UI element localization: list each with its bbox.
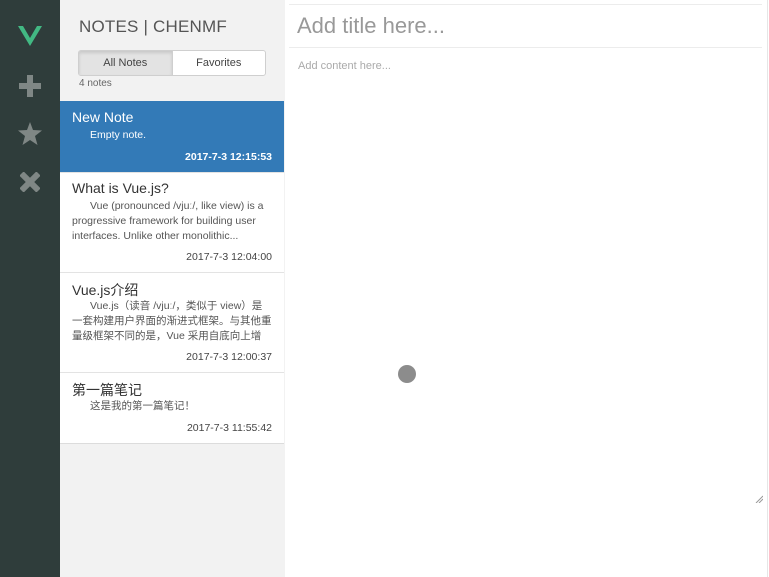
note-timestamp: 2017-7-3 12:04:00 [186,251,272,263]
note-item[interactable]: 第一篇笔记 这是我的第一篇笔记！ 2017-7-3 11:55:42 [60,373,284,444]
divider [767,0,768,577]
note-title: New Note [72,109,134,125]
note-content-input[interactable] [289,52,762,502]
note-preview: Empty note. [90,129,147,141]
note-item[interactable]: What is Vue.js? Vue (pronounced /vjuː/, … [60,173,284,273]
pointer-cursor [398,365,416,383]
all-notes-button[interactable]: All Notes [79,51,173,75]
note-timestamp: 2017-7-3 11:55:42 [186,422,272,434]
note-preview: 这是我的第一篇笔记！ [90,400,195,412]
plus-icon [19,75,41,97]
note-item[interactable]: New Note Empty note. 2017-7-3 12:15:53 [60,101,284,173]
add-note-button[interactable] [0,66,60,106]
delete-note-button[interactable] [0,162,60,202]
note-title: 第一篇笔记 [72,382,142,398]
toolbar [0,0,60,577]
vue-logo-icon[interactable] [0,16,60,56]
note-title: Vue.js介绍 [72,282,139,298]
panel-title: NOTES | CHENMF [79,17,227,36]
note-editor [285,0,769,577]
note-preview: Vue (pronounced /vjuː/, like view) is a … [72,200,264,242]
note-preview: Vue.js（读音 /vjuː/，类似于 view）是一套构建用户界面的渐进式框… [72,300,272,342]
note-timestamp: 2017-7-3 12:15:53 [185,151,272,163]
note-list: New Note Empty note. 2017-7-3 12:15:53 W… [60,101,285,444]
star-icon [18,121,42,145]
favorites-button[interactable]: Favorites [173,51,266,75]
close-icon [20,172,40,192]
notes-count: 4 notes [79,78,112,89]
favorite-button[interactable] [0,113,60,153]
note-timestamp: 2017-7-3 12:00:37 [186,351,272,363]
notes-panel: NOTES | CHENMF All Notes Favorites 4 not… [60,0,285,577]
resize-handle-icon[interactable] [755,495,763,503]
note-title: What is Vue.js? [72,180,169,196]
note-item[interactable]: Vue.js介绍 Vue.js（读音 /vjuː/，类似于 view）是一套构建… [60,273,284,373]
note-title-input[interactable] [289,4,762,48]
notes-filter-toggle: All Notes Favorites [78,50,266,76]
